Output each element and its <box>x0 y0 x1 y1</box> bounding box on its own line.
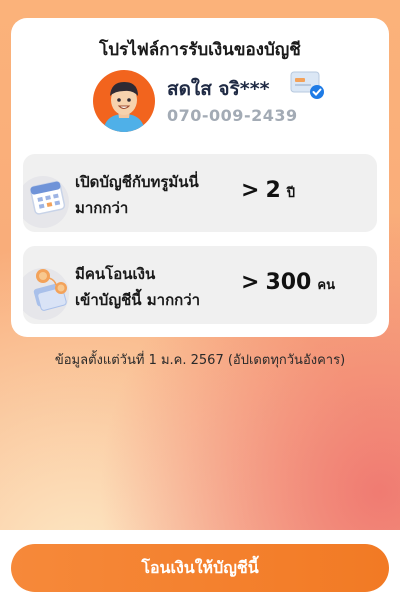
stat-label-line1: เปิดบัญชีกับทรูมันนี่ <box>75 173 199 191</box>
stat-account-age: เปิดบัญชีกับทรูมันนี่ มากกว่า > 2 ปี <box>23 154 377 232</box>
stat-label-line2: มากกว่า <box>75 199 129 217</box>
money-transfer-icon <box>23 268 69 320</box>
card-title: โปรไฟล์การรับเงินของบัญชี <box>99 40 301 60</box>
data-footnote: ข้อมูลตั้งแต่วันที่ 1 ม.ค. 2567 (อัปเดตท… <box>54 353 346 368</box>
profile-card: โปรไฟล์การรับเงินของบัญชี สดใส จริ*** 07… <box>11 18 389 337</box>
stat-label-line2: เข้าบัญชีนี้ มากกว่า <box>75 291 201 309</box>
avatar <box>93 70 155 132</box>
stat-prefix: > <box>241 178 260 203</box>
stat-value: > 300 คน <box>241 270 335 295</box>
verified-id-card-icon <box>290 71 324 99</box>
stat-prefix: > <box>241 270 260 295</box>
calendar-icon <box>23 176 69 228</box>
stat-unit: ปี <box>286 186 296 201</box>
stat-value: > 2 ปี <box>241 178 295 203</box>
stat-transfer-count: มีคนโอนเงิน เข้าบัญชีนี้ มากกว่า > 300 ค… <box>23 246 377 324</box>
stat-label-line1: มีคนโอนเงิน <box>75 265 156 283</box>
account-phone: 070-009-2439 <box>167 106 298 125</box>
stat-number: 300 <box>265 270 312 295</box>
stat-unit: คน <box>317 278 335 293</box>
stat-number: 2 <box>265 178 281 203</box>
transfer-to-account-button[interactable]: โอนเงินให้บัญชีนี้ <box>11 544 389 592</box>
account-name: สดใส จริ*** <box>167 78 270 100</box>
